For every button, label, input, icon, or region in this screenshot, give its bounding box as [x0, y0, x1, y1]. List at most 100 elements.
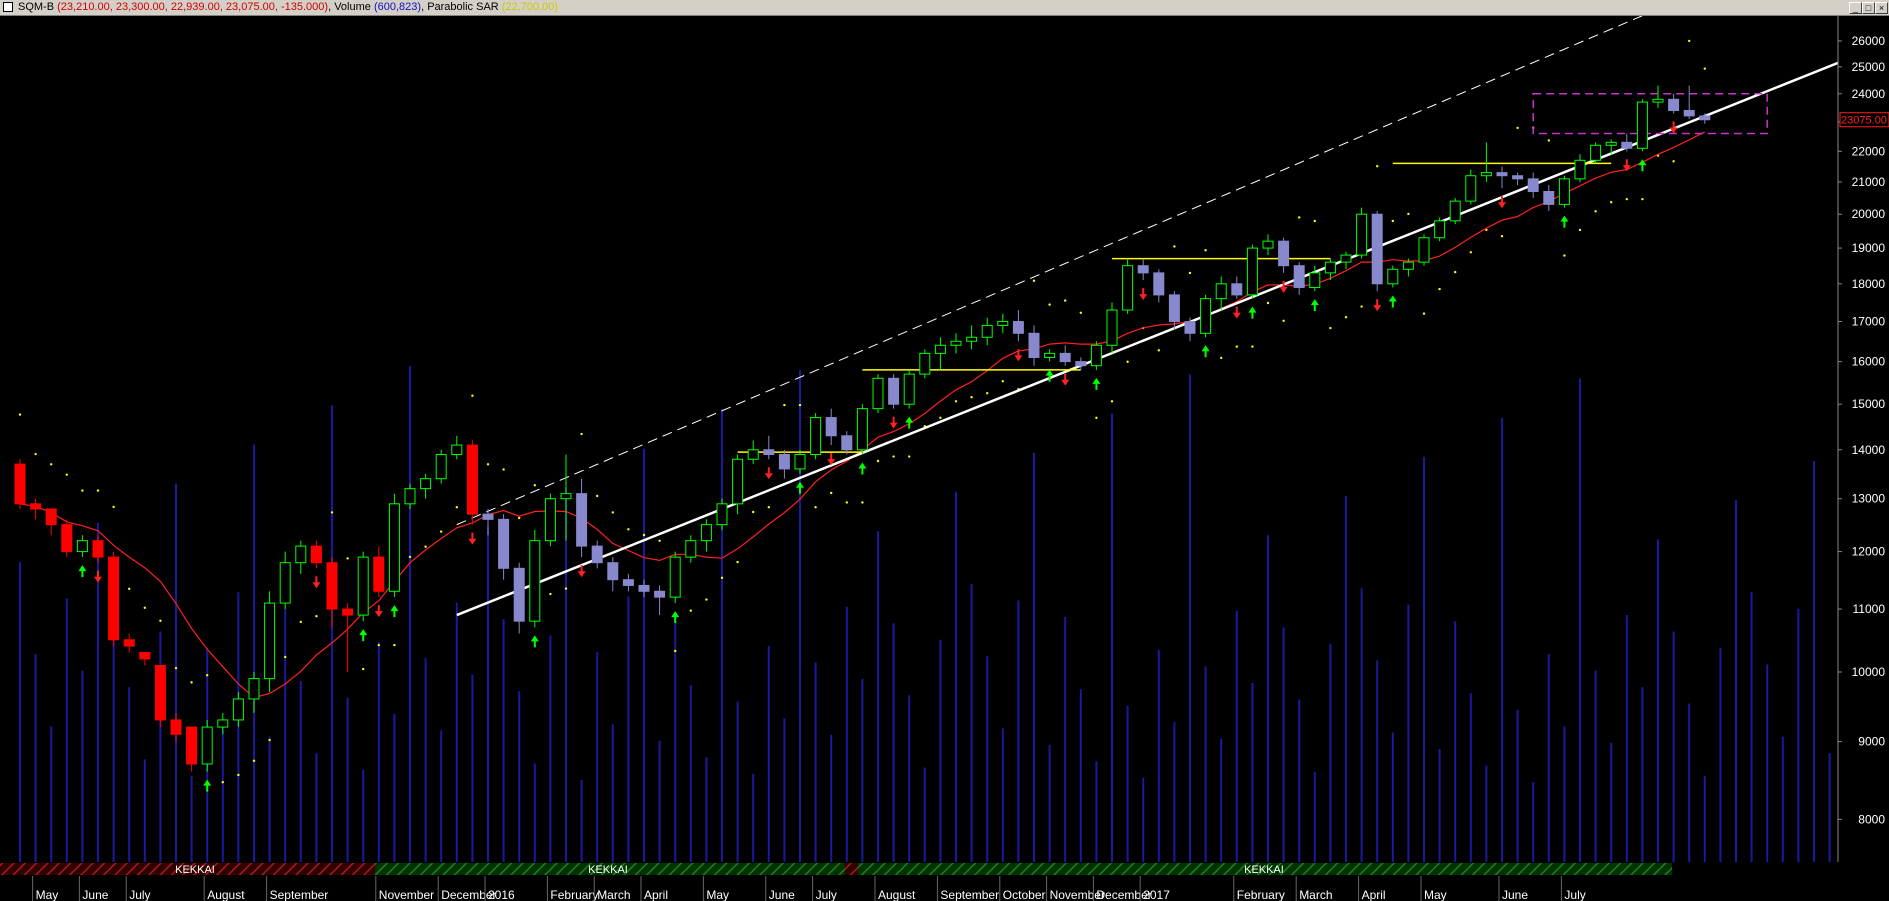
x-tick-label: 2017: [1143, 888, 1170, 901]
sar-dot: [1064, 299, 1067, 302]
sell-arrow: [1139, 288, 1148, 301]
candle-body: [810, 417, 822, 456]
sar-dot: [346, 557, 349, 560]
sar-dot: [1407, 212, 1410, 216]
price-chart[interactable]: 8000 9000 10000 11000 12000 13000 14000 15000 16…: [0, 16, 1889, 901]
y-tick-label: 14000: [1852, 443, 1886, 457]
x-tick-label: June: [1502, 888, 1528, 901]
candle-body: [435, 454, 447, 480]
sar-dot: [143, 606, 146, 609]
x-tick-label: March: [597, 888, 630, 901]
candle-body: [1278, 240, 1290, 267]
sar-dot: [564, 587, 568, 590]
last-price-label: 23075.00: [1841, 115, 1887, 127]
candle-body: [903, 373, 915, 405]
x-tick-label: October: [1003, 888, 1046, 901]
candle-body: [1200, 298, 1212, 334]
sar-dot: [190, 681, 193, 684]
sar-dot: [408, 555, 412, 559]
candle-body: [482, 513, 494, 520]
sar-dot: [939, 416, 942, 420]
sar-dot: [50, 463, 53, 466]
sar-dot: [112, 505, 115, 509]
close-icon[interactable]: ×: [1875, 2, 1888, 14]
candle-body: [934, 344, 946, 354]
candle-body: [888, 377, 900, 405]
y-tick-label: 21000: [1852, 175, 1886, 189]
buy-arrow: [858, 462, 867, 475]
candle-body: [685, 540, 697, 558]
sar-dot: [284, 655, 287, 659]
sar-dot: [174, 666, 178, 670]
candle-body: [1558, 178, 1570, 205]
sar-dot: [1126, 360, 1129, 363]
sar-dot: [720, 576, 724, 580]
sar-dot: [1032, 279, 1036, 282]
sar-dot: [1438, 287, 1441, 291]
window-menu-icon[interactable]: [3, 2, 13, 12]
sar-dot: [736, 560, 739, 564]
x-tick-label: July: [129, 888, 150, 901]
candle-body: [1059, 352, 1071, 363]
candle-body: [1621, 141, 1633, 149]
candle-body: [466, 444, 478, 515]
candle-body: [1168, 294, 1180, 323]
support-trendline: [456, 52, 1862, 617]
candle-body: [513, 567, 525, 622]
x-tick-label: March: [1299, 888, 1332, 901]
sar-dot: [861, 501, 864, 504]
sar-dot: [1688, 39, 1691, 43]
candle-body: [716, 503, 728, 526]
sar-dot: [611, 511, 614, 514]
candle-body: [1652, 98, 1664, 103]
sar-dot: [440, 530, 443, 533]
candle-body: [30, 503, 42, 510]
x-tick-label: May: [706, 888, 729, 901]
ohlc-values: (23,210.00, 23,300.00, 22,939.00, 23,075…: [57, 1, 329, 13]
x-tick-label: August: [878, 888, 916, 901]
candle-body: [576, 493, 588, 547]
sar-dot: [81, 489, 84, 492]
trendlines: [456, 16, 1862, 617]
candle-body: [1465, 175, 1477, 202]
time-axis: May June July August September November Decemb…: [0, 876, 1889, 901]
sar-dot: [1516, 126, 1519, 130]
candle-body: [342, 608, 354, 616]
candle-body: [279, 562, 291, 604]
sar-dot: [1547, 139, 1551, 142]
sar-dot: [221, 781, 224, 784]
sar-dot: [830, 491, 833, 495]
sar-dot: [549, 592, 552, 596]
sar-dot: [502, 468, 505, 471]
buy-arrow: [1310, 299, 1319, 312]
candle-body: [217, 719, 229, 728]
candle-body: [794, 454, 806, 470]
y-tick-label: 18000: [1852, 277, 1886, 291]
kekkai-segment: [845, 863, 858, 875]
sar-dot: [1672, 160, 1675, 163]
sar-dot: [1422, 312, 1426, 315]
candle-body: [404, 488, 416, 505]
sar-dot: [362, 667, 365, 671]
sar-dot: [970, 396, 973, 399]
sar-dot: [767, 506, 770, 509]
sar-dot: [892, 455, 895, 458]
buy-arrow: [796, 481, 804, 494]
sar-dot: [1001, 380, 1004, 383]
candle-body: [763, 449, 775, 456]
sell-arrow: [374, 605, 383, 618]
candle-body: [1668, 98, 1680, 112]
candle-body: [310, 545, 322, 564]
candle-body: [451, 444, 463, 456]
sell-arrow: [1669, 121, 1678, 134]
candle-body: [872, 377, 884, 410]
candle-body: [529, 540, 541, 622]
x-tick-label: 2016: [488, 888, 515, 901]
candle-body: [123, 639, 135, 647]
maximize-icon[interactable]: □: [1862, 2, 1875, 14]
series-info: SQM-B (23,210.00, 23,300.00, 22,939.00, …: [18, 1, 559, 13]
sar-value: (22,700.00): [501, 1, 559, 13]
candle-body: [388, 503, 400, 592]
sar-dot: [1298, 216, 1301, 219]
minimize-icon[interactable]: _: [1849, 2, 1862, 14]
